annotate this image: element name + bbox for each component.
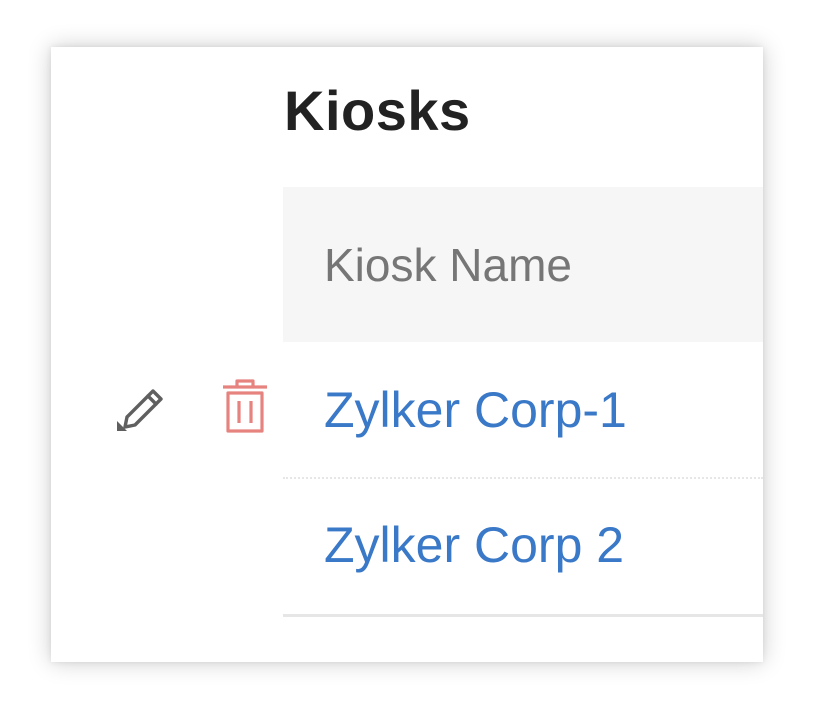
trash-icon[interactable] xyxy=(220,377,270,435)
kiosks-table: Kiosk Name Zylker Corp-1 Zylker Corp 2 xyxy=(283,187,763,617)
page-title: Kiosks xyxy=(284,79,471,142)
column-header-kiosk-name[interactable]: Kiosk Name xyxy=(324,237,572,293)
table-header: Kiosk Name xyxy=(283,187,763,342)
kiosk-name-link[interactable]: Zylker Corp-1 xyxy=(324,380,627,440)
kiosk-name-link[interactable]: Zylker Corp 2 xyxy=(324,515,624,575)
pencil-icon[interactable] xyxy=(113,377,171,435)
kiosks-card: Kiosks Kiosk Name Zylker Corp-1 Zylker C… xyxy=(51,47,763,662)
table-row: Zylker Corp 2 xyxy=(283,479,763,617)
table-row: Zylker Corp-1 xyxy=(283,342,763,479)
page-canvas: Kiosks Kiosk Name Zylker Corp-1 Zylker C… xyxy=(0,0,814,718)
